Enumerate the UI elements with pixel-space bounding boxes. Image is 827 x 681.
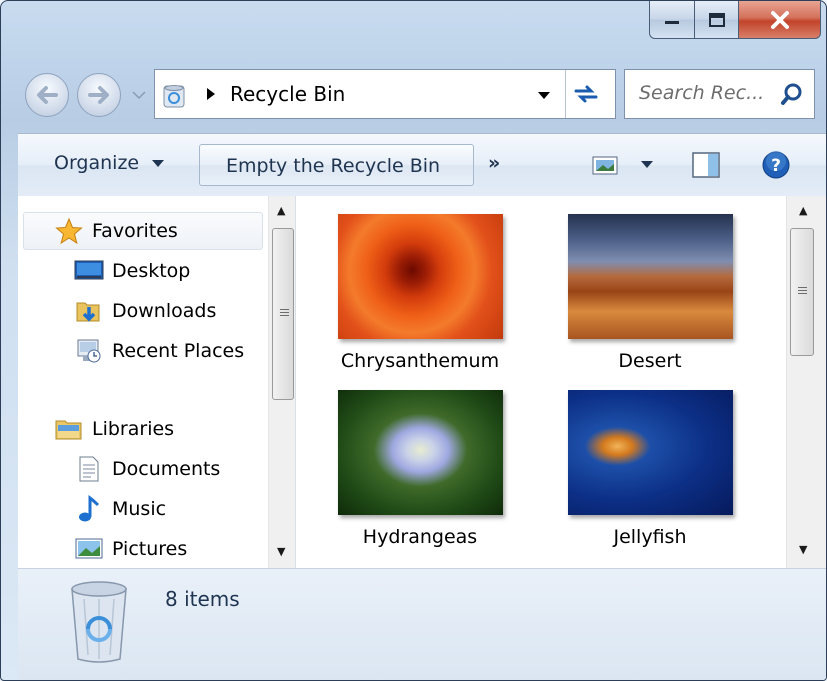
breadcrumb-arrow-icon[interactable] [205, 87, 217, 101]
nav-desktop-label: Desktop [112, 260, 191, 282]
file-list: Chrysanthemum Desert Hydrangeas Jellyfis… [296, 196, 826, 568]
explorer-window: Recycle Bin Search Rec... Organize Empty… [0, 0, 827, 681]
empty-recycle-bin-label: Empty the Recycle Bin [226, 155, 441, 177]
desktop-icon [74, 256, 104, 286]
breadcrumb-recycle-bin[interactable]: Recycle Bin [230, 82, 345, 106]
star-icon [54, 216, 84, 246]
nav-downloads[interactable]: Downloads [74, 293, 216, 329]
nav-pane-scroll-thumb[interactable] [272, 228, 294, 400]
file-list-scrollbar[interactable]: ▲ ▼ [786, 196, 826, 568]
file-name: Hydrangeas [362, 526, 478, 548]
nav-downloads-label: Downloads [112, 300, 217, 322]
navigation-pane: Favorites Desktop Downloads Recent Place… [18, 196, 296, 568]
nav-recent-places-label: Recent Places [112, 340, 245, 362]
nav-favorites[interactable]: Favorites [54, 213, 178, 249]
documents-icon [74, 454, 104, 484]
organize-menu[interactable]: Organize [54, 152, 165, 174]
close-button[interactable] [739, 1, 821, 39]
file-list-scroll-thumb[interactable] [790, 228, 814, 356]
recycle-bin-small-icon [163, 85, 185, 108]
help-icon[interactable]: ? [761, 150, 791, 180]
organize-dropdown-icon [152, 160, 165, 167]
jellyfish-thumbnail [568, 390, 733, 515]
hydrangeas-thumbnail [338, 390, 503, 515]
nav-recent-places[interactable]: Recent Places [74, 333, 244, 369]
nav-libraries-label: Libraries [92, 418, 175, 440]
details-pane: 8 items [18, 568, 826, 680]
nav-libraries[interactable]: Libraries [54, 411, 174, 447]
item-count: 8 items [165, 587, 240, 611]
nav-pane-scrollbar[interactable]: ▲ ▼ [268, 196, 295, 568]
maximize-button[interactable] [695, 1, 739, 39]
content-scroll-up-arrow-icon[interactable]: ▲ [799, 204, 807, 217]
nav-music[interactable]: Music [74, 491, 166, 527]
preview-pane-icon[interactable] [691, 151, 721, 179]
forward-button[interactable] [77, 73, 121, 117]
pictures-icon [74, 534, 104, 564]
more-commands-button[interactable]: » [488, 152, 500, 174]
file-name: Desert [618, 350, 682, 372]
desert-thumbnail [568, 214, 733, 339]
close-icon [770, 10, 789, 29]
nav-pictures[interactable]: Pictures [74, 531, 187, 567]
maximize-icon [708, 12, 725, 27]
address-dropdown-icon[interactable] [537, 91, 551, 101]
music-icon [74, 494, 104, 524]
recent-pages-dropdown-icon[interactable] [131, 89, 147, 101]
caption-buttons [649, 1, 821, 41]
chrysanthemum-thumbnail [338, 214, 503, 339]
organize-label: Organize [54, 152, 140, 174]
forward-arrow-icon [88, 86, 109, 104]
search-placeholder: Search Rec... [639, 82, 765, 104]
file-name: Chrysanthemum [340, 350, 500, 372]
refresh-icon[interactable] [571, 80, 601, 108]
nav-pictures-label: Pictures [112, 538, 188, 560]
view-dropdown-icon[interactable] [640, 160, 654, 170]
recent-places-icon [74, 336, 104, 366]
search-icon[interactable] [780, 82, 804, 108]
navigation-bar: Recycle Bin Search Rec... [1, 69, 826, 123]
scroll-down-arrow-icon[interactable]: ▼ [277, 545, 285, 558]
minimize-button[interactable] [649, 1, 695, 39]
libraries-icon [54, 414, 84, 444]
nav-desktop[interactable]: Desktop [74, 253, 190, 289]
downloads-icon [74, 296, 104, 326]
minimize-icon [665, 20, 679, 24]
back-button[interactable] [25, 73, 69, 117]
scroll-up-arrow-icon[interactable]: ▲ [277, 204, 285, 217]
svg-text:?: ? [771, 156, 781, 176]
change-view-icon[interactable] [592, 156, 618, 176]
file-name: Jellyfish [613, 526, 687, 548]
search-box[interactable]: Search Rec... [624, 69, 815, 119]
nav-documents[interactable]: Documents [74, 451, 220, 487]
content-scroll-down-arrow-icon[interactable]: ▼ [799, 543, 807, 556]
address-bar[interactable]: Recycle Bin [154, 69, 616, 119]
back-arrow-icon [37, 86, 58, 104]
nav-music-label: Music [112, 498, 167, 520]
command-bar: Organize Empty the Recycle Bin » ? [18, 133, 826, 196]
recycle-bin-large-icon [71, 581, 127, 663]
empty-recycle-bin-button[interactable]: Empty the Recycle Bin [199, 144, 474, 186]
nav-documents-label: Documents [112, 458, 221, 480]
nav-favorites-label: Favorites [92, 220, 178, 242]
